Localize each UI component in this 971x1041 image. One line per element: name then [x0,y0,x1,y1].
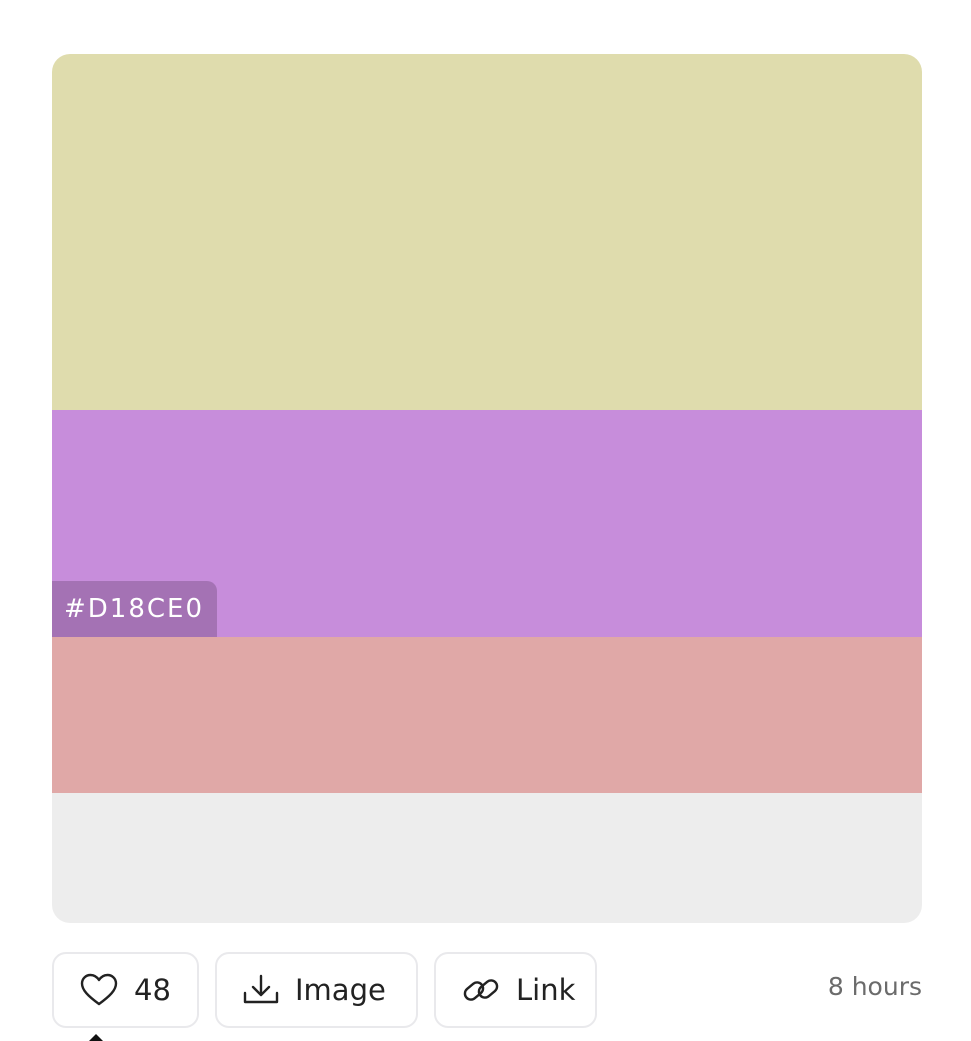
link-button-label: Link [516,973,576,1007]
link-icon [462,974,500,1006]
copy-link-button[interactable]: Link [434,952,597,1028]
likes-count: 48 [134,973,171,1007]
color-palette: #D18CE0 [52,54,922,923]
download-image-button[interactable]: Image [215,952,418,1028]
color-swatch-2[interactable]: #D18CE0 [52,410,922,637]
heart-icon [80,973,118,1007]
download-icon [243,974,279,1006]
like-button[interactable]: 48 [52,952,199,1028]
posted-time: 8 hours [827,972,922,1001]
color-swatch-4[interactable] [52,793,922,923]
color-swatch-1[interactable] [52,54,922,410]
image-button-label: Image [295,973,386,1007]
palette-actions: 48 Image Link [52,952,597,1028]
hex-code-label[interactable]: #D18CE0 [52,581,218,637]
color-swatch-3[interactable] [52,637,922,793]
